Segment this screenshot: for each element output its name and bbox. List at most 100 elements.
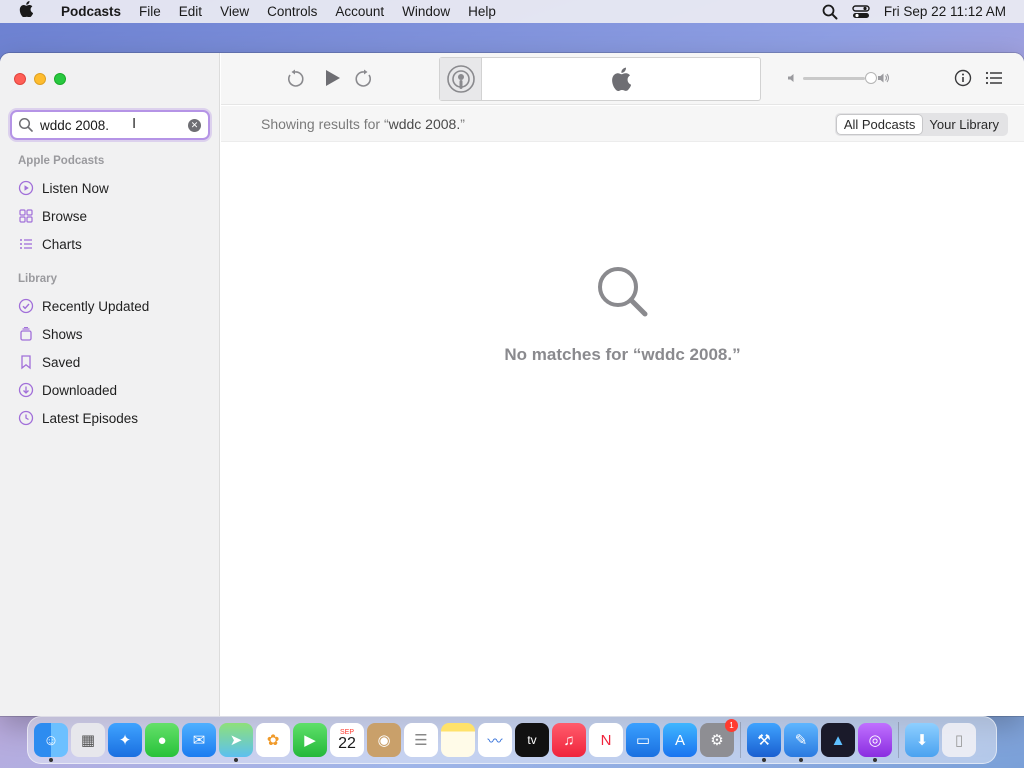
now-playing-display bbox=[439, 57, 761, 101]
mail-icon[interactable]: ✉ bbox=[182, 723, 216, 757]
podcasts-window: I ✕ Apple Podcasts Listen Now Browse Cha… bbox=[0, 53, 1024, 716]
safari-icon[interactable]: ✦ bbox=[108, 723, 142, 757]
dock-separator bbox=[898, 722, 899, 758]
spotlight-search-icon[interactable] bbox=[822, 4, 838, 20]
skip-back-button[interactable] bbox=[285, 69, 305, 89]
up-next-button[interactable] bbox=[985, 70, 1003, 86]
no-matches-message: No matches for “wddc 2008.” bbox=[504, 345, 741, 364]
search-field[interactable]: I ✕ bbox=[10, 110, 210, 140]
player-toolbar bbox=[221, 53, 1024, 105]
play-button[interactable] bbox=[322, 68, 342, 88]
trash-icon[interactable]: ▯ bbox=[942, 723, 976, 757]
scope-your-library[interactable]: Your Library bbox=[922, 115, 1006, 134]
messages-icon[interactable]: ● bbox=[145, 723, 179, 757]
menu-account[interactable]: Account bbox=[326, 0, 393, 23]
sidebar-item-browse[interactable]: Browse bbox=[18, 206, 87, 226]
downloads-folder-icon[interactable]: ⬇ bbox=[905, 723, 939, 757]
sidebar-item-label: Saved bbox=[42, 354, 81, 370]
volume-slider-knob[interactable] bbox=[865, 71, 877, 84]
search-scope-control: All Podcasts Your Library bbox=[834, 113, 1008, 136]
dock: ☺ ▦ ✦ ● ✉ ➤ ✿ ▶ SEP 22 ◉ ☰ 〰 tv ♫ N ▭ A … bbox=[27, 716, 997, 764]
freeform-icon[interactable]: 〰 bbox=[478, 723, 512, 757]
sidebar-item-label: Shows bbox=[42, 326, 83, 342]
simulator-icon[interactable]: ✎ bbox=[784, 723, 818, 762]
results-suffix: ” bbox=[460, 116, 465, 132]
info-button[interactable] bbox=[954, 69, 972, 87]
apple-logo-icon bbox=[482, 58, 760, 100]
menu-app-name[interactable]: Podcasts bbox=[52, 0, 130, 23]
menu-window[interactable]: Window bbox=[393, 0, 459, 23]
photos-icon[interactable]: ✿ bbox=[256, 723, 290, 757]
sidebar-item-label: Listen Now bbox=[42, 180, 109, 196]
magnifying-glass-icon bbox=[598, 267, 648, 317]
menu-bar: Podcasts File Edit View Controls Account… bbox=[0, 0, 1024, 23]
volume-high-icon bbox=[878, 73, 890, 83]
menu-clock[interactable]: Fri Sep 22 11:12 AM bbox=[884, 4, 1006, 19]
section-label-library: Library bbox=[18, 273, 57, 285]
scope-all-podcasts[interactable]: All Podcasts bbox=[836, 115, 923, 134]
minimize-window-button[interactable] bbox=[34, 73, 46, 85]
sidebar-item-saved[interactable]: Saved bbox=[18, 352, 80, 372]
sidebar-item-shows[interactable]: Shows bbox=[18, 324, 83, 344]
sidebar-item-recently-updated[interactable]: Recently Updated bbox=[18, 296, 149, 316]
menu-file[interactable]: File bbox=[130, 0, 170, 23]
search-input[interactable] bbox=[40, 117, 160, 133]
info-icon bbox=[954, 69, 972, 87]
skip-forward-icon bbox=[355, 69, 372, 87]
reminders-icon[interactable]: ☰ bbox=[404, 723, 438, 757]
grid-icon bbox=[18, 208, 34, 224]
contacts-icon[interactable]: ◉ bbox=[367, 723, 401, 757]
apple-tv-label: tv bbox=[527, 733, 537, 747]
close-window-button[interactable] bbox=[14, 73, 26, 85]
stack-icon bbox=[18, 326, 34, 342]
results-query: wddc 2008. bbox=[388, 116, 461, 132]
music-icon[interactable]: ♫ bbox=[552, 723, 586, 757]
podcasts-icon[interactable]: ◎ bbox=[858, 723, 892, 762]
volume-slider[interactable] bbox=[803, 71, 877, 84]
dock-separator bbox=[740, 722, 741, 758]
skip-forward-button[interactable] bbox=[354, 69, 374, 89]
podcasts-artwork-icon bbox=[440, 58, 482, 100]
sidebar-item-label: Downloaded bbox=[42, 382, 118, 398]
menu-edit[interactable]: Edit bbox=[170, 0, 211, 23]
facetime-icon[interactable]: ▶ bbox=[293, 723, 327, 757]
apple-tv-icon[interactable]: tv bbox=[515, 723, 549, 757]
menu-controls[interactable]: Controls bbox=[258, 0, 326, 23]
sidebar-item-listen-now[interactable]: Listen Now bbox=[18, 178, 109, 198]
checkmark-circle-icon bbox=[18, 298, 34, 314]
apple-menu-icon[interactable] bbox=[0, 1, 52, 22]
download-circle-icon bbox=[18, 382, 34, 398]
instruments-icon[interactable]: ▲ bbox=[821, 723, 855, 757]
clear-search-button[interactable]: ✕ bbox=[188, 119, 201, 132]
sidebar-item-label: Recently Updated bbox=[42, 298, 150, 314]
system-settings-icon[interactable]: ⚙ 1 bbox=[700, 719, 738, 757]
sidebar-item-label: Latest Episodes bbox=[42, 410, 139, 426]
search-results-bar: Showing results for “wddc 2008.” All Pod… bbox=[221, 106, 1024, 142]
xcode-icon[interactable]: ⚒ bbox=[747, 723, 781, 762]
menu-help[interactable]: Help bbox=[459, 0, 505, 23]
app-store-icon[interactable]: A bbox=[663, 723, 697, 757]
clock-circle-icon bbox=[18, 410, 34, 426]
menu-view[interactable]: View bbox=[211, 0, 258, 23]
launchpad-icon[interactable]: ▦ bbox=[71, 723, 105, 757]
finder-icon[interactable]: ☺ bbox=[34, 723, 68, 762]
calendar-icon[interactable]: SEP 22 bbox=[330, 723, 364, 757]
sidebar-item-downloaded[interactable]: Downloaded bbox=[18, 380, 117, 400]
news-icon[interactable]: N bbox=[589, 723, 623, 757]
notes-icon[interactable] bbox=[441, 723, 475, 757]
sidebar-item-label: Browse bbox=[42, 208, 88, 224]
maps-icon[interactable]: ➤ bbox=[219, 723, 253, 762]
results-summary: Showing results for “wddc 2008.” bbox=[261, 116, 465, 132]
zoom-window-button[interactable] bbox=[54, 73, 66, 85]
text-cursor-icon: I bbox=[132, 115, 137, 132]
sidebar-item-label: Charts bbox=[42, 236, 82, 252]
section-label-apple-podcasts: Apple Podcasts bbox=[18, 155, 105, 167]
calendar-day: 22 bbox=[338, 734, 356, 752]
control-center-icon[interactable] bbox=[852, 4, 870, 19]
sidebar-item-latest-episodes[interactable]: Latest Episodes bbox=[18, 408, 138, 428]
list-icon bbox=[18, 236, 34, 252]
search-icon bbox=[18, 117, 33, 132]
keynote-icon[interactable]: ▭ bbox=[626, 723, 660, 757]
bookmark-icon bbox=[18, 354, 34, 370]
sidebar-item-charts[interactable]: Charts bbox=[18, 234, 82, 254]
